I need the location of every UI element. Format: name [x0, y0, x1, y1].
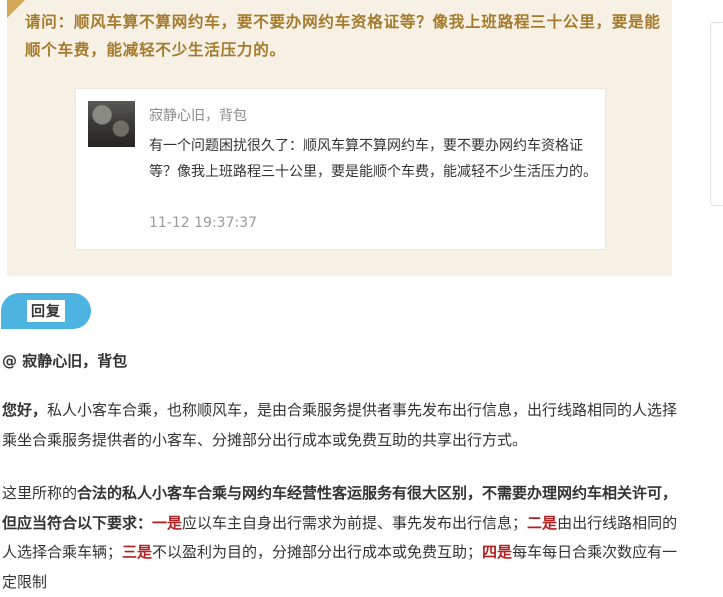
greeting: 您好，	[2, 401, 48, 419]
quoted-comment-text: 有一个问题困扰很久了：顺风车算不算网约车，要不要办网约车资格证等？像我上班路程三…	[149, 138, 597, 180]
reply-button[interactable]: 回复	[1, 293, 91, 329]
avatar[interactable]	[88, 101, 135, 147]
requirement-2-label: 二是	[527, 513, 558, 532]
reply-button-label: 回复	[27, 300, 65, 322]
question-prefix: 请问：	[25, 13, 74, 31]
question-text: 请问：顺风车算不算网约车，要不要办网约车资格证等？像我上班路程三十公里，要是能顺…	[25, 8, 665, 64]
requirement-3-label: 三是	[122, 543, 153, 561]
requirement-1-label: 一是	[152, 513, 183, 532]
question-body: 顺风车算不算网约车，要不要办网约车资格证等？像我上班路程三十公里，要是能顺个车费…	[25, 13, 661, 59]
quoted-username[interactable]: 寂静心旧，背包	[149, 105, 247, 125]
quoted-comment-card: 寂静心旧，背包 有一个问题困扰很久了：顺风车算不算网约车，要不要办网约车资格证等…	[75, 88, 606, 250]
answer-paragraph-2-lead: 这里所称的	[2, 484, 78, 502]
requirement-3-text: 不以盈利为目的，分摊部分出行成本或免费互助；	[152, 543, 483, 561]
reply-mention[interactable]: @ 寂静心旧，背包	[2, 350, 127, 371]
requirement-1-text: 应以车主自身出行需求为前提、事先发布出行信息；	[182, 513, 528, 532]
sidebar-card	[710, 22, 723, 206]
quoted-timestamp: 11-12 19:37:37	[149, 215, 258, 231]
corner-fold-decoration	[7, 0, 25, 18]
requirement-4-label: 四是	[482, 543, 513, 561]
answer-paragraph-1: 您好，私人小客车合乘，也称顺风车，是由合乘服务提供者事先发布出行信息，出行线路相…	[2, 396, 682, 455]
answer-paragraph-2: 这里所称的合法的私人小客车合乘与网约车经营性客运服务有很大区别，不需要办理网约车…	[2, 479, 682, 597]
answer-paragraph-1-text: 私人小客车合乘，也称顺风车，是由合乘服务提供者事先发布出行信息，出行线路相同的人…	[2, 401, 678, 449]
